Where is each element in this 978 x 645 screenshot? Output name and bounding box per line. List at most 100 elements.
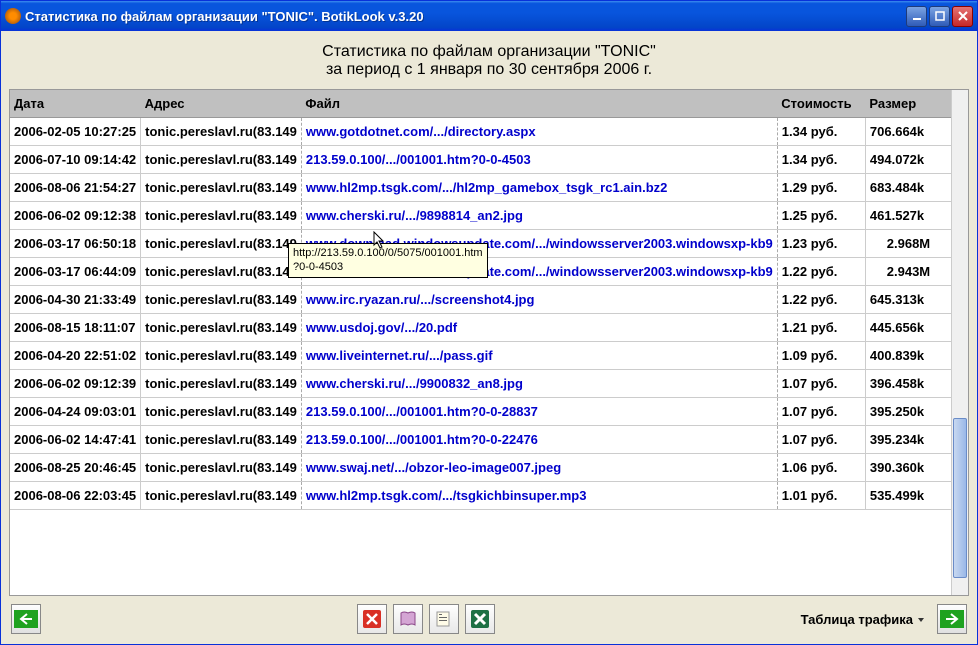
cell-date: 2006-06-02 09:12:39	[10, 370, 141, 398]
book-icon	[398, 609, 418, 629]
table-row[interactable]: 2006-06-02 14:47:41tonic.pereslavl.ru(83…	[10, 426, 951, 454]
nav-forward-button[interactable]	[937, 604, 967, 634]
cell-file: www.cherski.ru/.../9898814_an2.jpg	[301, 202, 777, 230]
table-row[interactable]: 2006-07-10 09:14:42tonic.pereslavl.ru(83…	[10, 146, 951, 174]
excel-icon	[470, 609, 490, 629]
table-row[interactable]: 2006-04-20 22:51:02tonic.pereslavl.ru(83…	[10, 342, 951, 370]
table-row[interactable]: 2006-08-25 20:46:45tonic.pereslavl.ru(83…	[10, 454, 951, 482]
properties-button[interactable]	[429, 604, 459, 634]
heading-line-2: за период с 1 января по 30 сентября 2006…	[326, 61, 652, 78]
cell-cost: 1.25 руб.	[777, 202, 865, 230]
cell-date: 2006-07-10 09:14:42	[10, 146, 141, 174]
cell-file: www.cherski.ru/.../9900832_an8.jpg	[301, 370, 777, 398]
file-link[interactable]: www.liveinternet.ru/.../pass.gif	[306, 348, 493, 363]
cell-cost: 1.22 руб.	[777, 258, 865, 286]
content: Статистика по файлам организации "TONIC"…	[1, 31, 977, 644]
col-header-date[interactable]: Дата	[10, 90, 141, 118]
arrow-right-icon	[940, 610, 964, 628]
table-row[interactable]: 2006-08-06 21:54:27tonic.pereslavl.ru(83…	[10, 174, 951, 202]
cell-date: 2006-08-06 22:03:45	[10, 482, 141, 510]
file-link[interactable]: 213.59.0.100/.../001001.htm?0-0-22476	[306, 432, 538, 447]
file-link[interactable]: www.cherski.ru/.../9900832_an8.jpg	[306, 376, 523, 391]
cell-size: 395.234k	[865, 426, 951, 454]
dropdown-text: Таблица трафика	[801, 612, 913, 627]
file-link[interactable]: www.swaj.net/.../obzor-leo-image007.jpeg	[306, 460, 561, 475]
cell-date: 2006-06-02 14:47:41	[10, 426, 141, 454]
cell-addr: tonic.pereslavl.ru(83.149	[141, 230, 302, 258]
file-link[interactable]: www.cherski.ru/.../9898814_an2.jpg	[306, 208, 523, 223]
table-row[interactable]: 2006-04-24 09:03:01tonic.pereslavl.ru(83…	[10, 398, 951, 426]
cell-date: 2006-03-17 06:44:09	[10, 258, 141, 286]
cell-cost: 1.29 руб.	[777, 174, 865, 202]
cell-size: 395.250k	[865, 398, 951, 426]
cell-cost: 1.07 руб.	[777, 398, 865, 426]
cell-date: 2006-06-02 09:12:38	[10, 202, 141, 230]
cell-file: 213.59.0.100/.../001001.htm?0-0-22476	[301, 426, 777, 454]
cell-file: www.irc.ryazan.ru/.../screenshot4.jpg	[301, 286, 777, 314]
cell-addr: tonic.pereslavl.ru(83.149	[141, 174, 302, 202]
cell-size: 2.943M	[865, 258, 951, 286]
close-icon	[958, 11, 968, 21]
cell-addr: tonic.pereslavl.ru(83.149	[141, 146, 302, 174]
nav-back-button[interactable]	[11, 604, 41, 634]
cell-file: www.liveinternet.ru/.../pass.gif	[301, 342, 777, 370]
table-row[interactable]: 2006-06-02 09:12:38tonic.pereslavl.ru(83…	[10, 202, 951, 230]
chevron-down-icon	[917, 612, 925, 627]
file-link[interactable]: www.irc.ryazan.ru/.../screenshot4.jpg	[306, 292, 535, 307]
cell-cost: 1.07 руб.	[777, 370, 865, 398]
cell-date: 2006-04-30 21:33:49	[10, 286, 141, 314]
table-row[interactable]: 2006-08-06 22:03:45tonic.pereslavl.ru(83…	[10, 482, 951, 510]
col-header-addr[interactable]: Адрес	[141, 90, 302, 118]
cell-cost: 1.23 руб.	[777, 230, 865, 258]
traffic-table-dropdown[interactable]: Таблица трафика	[795, 612, 931, 627]
cell-addr: tonic.pereslavl.ru(83.149	[141, 426, 302, 454]
minimize-button[interactable]	[906, 6, 927, 27]
cell-size: 461.527k	[865, 202, 951, 230]
cell-file: www.hl2mp.tsgk.com/.../tsgkichbinsuper.m…	[301, 482, 777, 510]
file-link[interactable]: www.hl2mp.tsgk.com/.../hl2mp_gamebox_tsg…	[306, 180, 667, 195]
cell-file: www.usdoj.gov/.../20.pdf	[301, 314, 777, 342]
table-container: Дата Адрес Файл Стоимость Размер 2006-02…	[9, 89, 969, 596]
file-link[interactable]: www.usdoj.gov/.../20.pdf	[306, 320, 457, 335]
file-link[interactable]: www.gotdotnet.com/.../directory.aspx	[306, 124, 536, 139]
cell-cost: 1.21 руб.	[777, 314, 865, 342]
table-row[interactable]: 2006-02-05 10:27:25tonic.pereslavl.ru(83…	[10, 118, 951, 146]
cell-file: www.gotdotnet.com/.../directory.aspx	[301, 118, 777, 146]
maximize-button[interactable]	[929, 6, 950, 27]
cell-date: 2006-08-15 18:11:07	[10, 314, 141, 342]
cell-addr: tonic.pereslavl.ru(83.149	[141, 398, 302, 426]
excel-export-button[interactable]	[465, 604, 495, 634]
cell-size: 706.664k	[865, 118, 951, 146]
cell-size: 390.360k	[865, 454, 951, 482]
properties-icon	[434, 609, 454, 629]
table-row[interactable]: 2006-04-30 21:33:49tonic.pereslavl.ru(83…	[10, 286, 951, 314]
tooltip-line-2: ?0-0-4503	[293, 261, 343, 273]
cell-size: 494.072k	[865, 146, 951, 174]
close-button[interactable]	[952, 6, 973, 27]
heading-line-1: Статистика по файлам организации "TONIC"	[322, 43, 656, 60]
cell-cost: 1.22 руб.	[777, 286, 865, 314]
app-icon	[5, 8, 21, 24]
col-header-cost[interactable]: Стоимость	[777, 90, 865, 118]
file-link[interactable]: 213.59.0.100/.../001001.htm?0-0-4503	[306, 152, 531, 167]
page-heading: Статистика по файлам организации "TONIC"…	[9, 39, 969, 89]
cell-size: 400.839k	[865, 342, 951, 370]
file-link[interactable]: 213.59.0.100/.../001001.htm?0-0-28837	[306, 404, 538, 419]
col-header-size[interactable]: Размер	[865, 90, 951, 118]
cell-cost: 1.34 руб.	[777, 118, 865, 146]
cell-size: 645.313k	[865, 286, 951, 314]
vertical-scrollbar[interactable]	[951, 90, 968, 595]
cell-addr: tonic.pereslavl.ru(83.149	[141, 314, 302, 342]
table-row[interactable]: 2006-06-02 09:12:39tonic.pereslavl.ru(83…	[10, 370, 951, 398]
window-title: Статистика по файлам организации "TONIC"…	[25, 9, 906, 24]
table-row[interactable]: 2006-08-15 18:11:07tonic.pereslavl.ru(83…	[10, 314, 951, 342]
col-header-file[interactable]: Файл	[301, 90, 777, 118]
file-link[interactable]: www.hl2mp.tsgk.com/.../tsgkichbinsuper.m…	[306, 488, 587, 503]
cell-addr: tonic.pereslavl.ru(83.149	[141, 370, 302, 398]
scrollbar-thumb[interactable]	[953, 418, 967, 578]
cell-addr: tonic.pereslavl.ru(83.149	[141, 286, 302, 314]
delete-button[interactable]	[357, 604, 387, 634]
book-button[interactable]	[393, 604, 423, 634]
cell-date: 2006-03-17 06:50:18	[10, 230, 141, 258]
bottom-toolbar: Таблица трафика	[9, 596, 969, 640]
